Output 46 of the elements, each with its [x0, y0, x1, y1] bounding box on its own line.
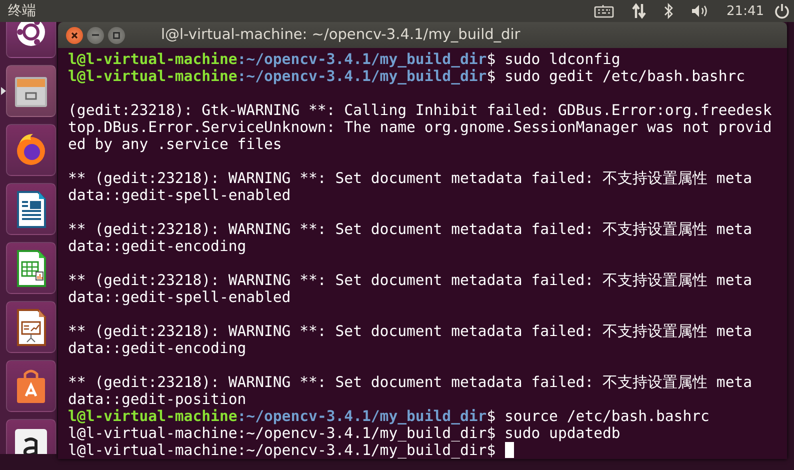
volume-icon[interactable] [690, 4, 709, 18]
output-line: ** (gedit:23218): WARNING **: Set document metadata failed: 不支持设置属性 meta [68, 272, 752, 289]
prompt-path: :~/opencv-3.4.1/my_build_dir [237, 425, 487, 442]
output-line: data::gedit-encoding [68, 340, 246, 357]
output-line: data::gedit-spell-enabled [68, 289, 291, 306]
prompt-user: l@l-virtual-machine [68, 51, 238, 68]
command-text: $ sudo ldconfig [486, 51, 620, 68]
clock-time[interactable]: 21:41 [726, 4, 764, 18]
output-line: ** (gedit:23218): WARNING **: Set document metadata failed: 不支持设置属性 meta [68, 221, 752, 238]
prompt-user: l@l-virtual-machine [68, 408, 238, 425]
prompt-user: l@l-virtual-machine [68, 68, 238, 85]
output-line: ** (gedit:23218): WARNING **: Set document metadata failed: 不支持设置属性 meta [68, 323, 752, 340]
bluetooth-icon[interactable] [664, 3, 673, 19]
keyboard-icon[interactable] [594, 4, 614, 18]
command-text: $ sudo updatedb [486, 425, 620, 442]
command-text: $ source /etc/bash.bashrc [486, 408, 710, 425]
maximize-icon [113, 32, 120, 38]
launcher-item[interactable] [6, 242, 56, 294]
output-line: data::gedit-position [68, 391, 246, 408]
output-line: data::gedit-encoding [68, 238, 246, 255]
prompt-path: :~/opencv-3.4.1/my_build_dir [237, 51, 487, 68]
power-icon[interactable] [774, 3, 790, 19]
command-text: $ sudo gedit /etc/bash.bashrc [486, 68, 746, 85]
launcher-item[interactable] [6, 360, 56, 412]
output-line: (gedit:23218): Gtk-WARNING **: Calling Inhibit failed: GDBus.Error:org.freedesk [68, 102, 772, 119]
prompt-path: :~/opencv-3.4.1/my_build_dir [237, 68, 487, 85]
window-title: l@l-virtual-machine: ~/opencv-3.4.1/my_build_dir [161, 27, 520, 43]
output-line: ed by any .service files [68, 136, 282, 153]
prompt-path: :~/opencv-3.4.1/my_build_dir [237, 408, 487, 425]
app-title: 终端 [8, 2, 37, 20]
output-line: data::gedit-spell-enabled [68, 187, 291, 204]
command-text: $ [486, 442, 496, 459]
launcher-item[interactable] [6, 183, 56, 235]
prompt-user: l@l-virtual-machine [68, 425, 238, 442]
close-button[interactable] [66, 26, 83, 44]
output-line: ** (gedit:23218): WARNING **: Set document metadata failed: 不支持设置属性 meta [68, 170, 752, 187]
maximize-button[interactable] [108, 26, 125, 44]
output-line: top.DBus.Error.ServiceUnknown: The name org.gnome.SessionManager was not provid [68, 119, 772, 136]
close-icon [71, 32, 78, 38]
prompt-user: l@l-virtual-machine [68, 442, 238, 459]
output-line: ** (gedit:23218): WARNING **: Set document metadata failed: 不支持设置属性 meta [68, 374, 752, 391]
minimize-button[interactable] [87, 26, 104, 44]
launcher-item[interactable] [6, 301, 56, 353]
minimize-icon [92, 34, 99, 36]
prompt-path: :~/opencv-3.4.1/my_build_dir [237, 442, 487, 459]
network-arrows-icon[interactable] [632, 3, 646, 19]
